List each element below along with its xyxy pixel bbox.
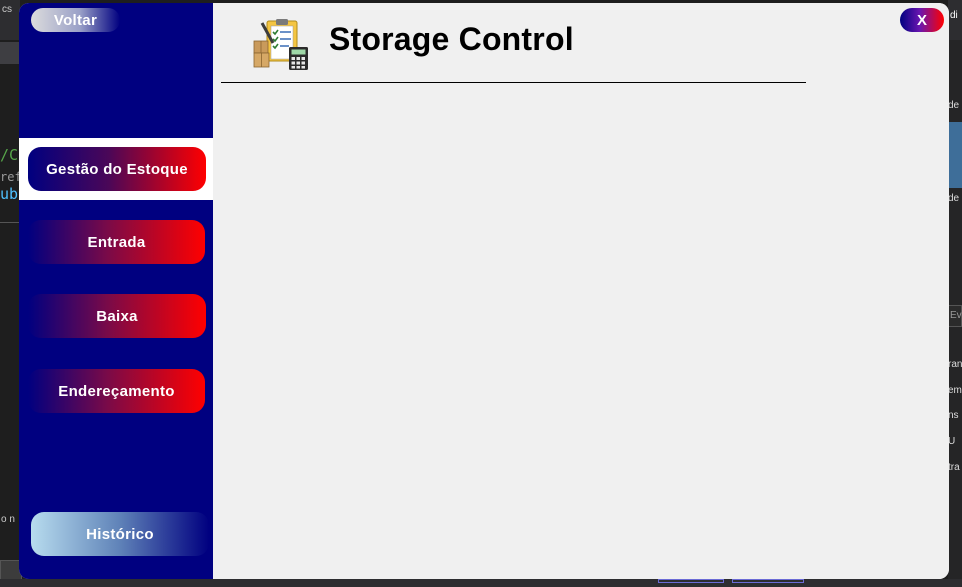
close-button[interactable]: X xyxy=(900,8,944,32)
ide-right-input[interactable]: Ev xyxy=(948,305,962,327)
ide-left-tab: cs xyxy=(0,0,20,40)
inventory-clipboard-calculator-icon xyxy=(253,19,311,71)
ide-bottom-bar xyxy=(0,579,962,587)
ide-right-item: ran xyxy=(948,359,962,370)
ide-left-tab-label: cs xyxy=(2,4,12,15)
app-window: Voltar Gestão do Estoque Entrada Baixa E… xyxy=(19,3,949,579)
ide-code-line-1: /C xyxy=(0,146,19,164)
ide-right-item: tra xyxy=(948,462,960,473)
sidebar-item-entrada[interactable]: Entrada xyxy=(28,220,205,264)
sidebar-item-gestao-estoque[interactable]: Gestão do Estoque xyxy=(28,147,206,191)
main-content: Storage Control xyxy=(213,3,949,579)
ide-left-bottom-text: o n xyxy=(1,514,15,525)
ide-right-item: U xyxy=(948,436,956,447)
history-button[interactable]: Histórico xyxy=(31,512,209,556)
ide-left-band xyxy=(0,42,20,64)
ide-right-top: di xyxy=(948,0,962,40)
ide-bottom-tab[interactable] xyxy=(732,579,804,583)
title-divider xyxy=(221,82,806,83)
ide-bottom-tab[interactable] xyxy=(658,579,724,583)
ide-right-item: de xyxy=(948,193,960,204)
sidebar: Voltar Gestão do Estoque Entrada Baixa E… xyxy=(19,3,213,579)
back-button[interactable]: Voltar xyxy=(31,8,120,32)
ide-right-item: de xyxy=(948,100,960,111)
ide-right-item: ns xyxy=(948,410,959,421)
sidebar-item-enderecamento[interactable]: Endereçamento xyxy=(28,369,205,413)
ide-divider xyxy=(0,222,20,223)
sidebar-item-baixa[interactable]: Baixa xyxy=(28,294,206,338)
ide-code-line-3: ub xyxy=(0,185,19,203)
page-title: Storage Control xyxy=(329,21,574,57)
ide-right-item: em xyxy=(948,385,962,396)
ide-right-highlight xyxy=(948,122,962,188)
ide-right-panel xyxy=(948,0,962,587)
